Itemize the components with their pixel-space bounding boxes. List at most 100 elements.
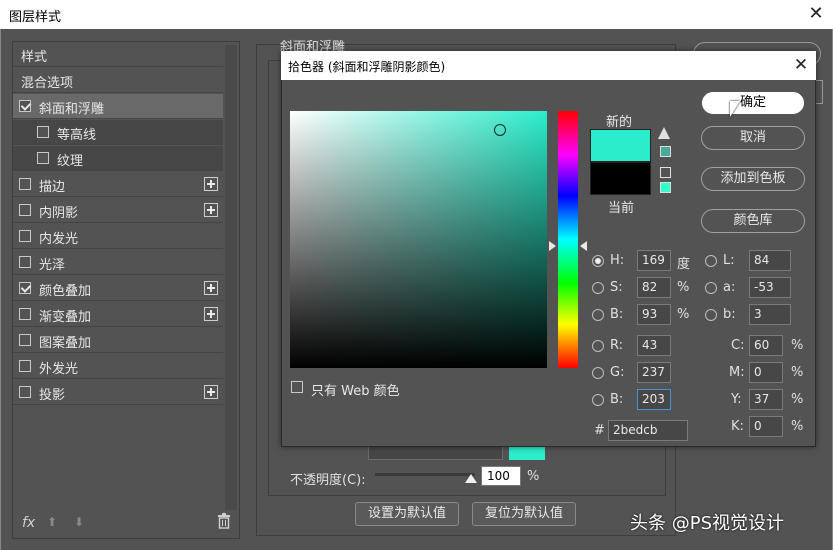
radio-brightness[interactable] [592, 309, 604, 321]
style-item-12[interactable]: 外发光 [13, 354, 223, 379]
cyan-input[interactable]: 60 [749, 335, 783, 356]
brightness-unit: % [677, 307, 690, 322]
color-libraries-button[interactable]: 颜色库 [701, 209, 805, 233]
gamut-correction-swatch[interactable] [660, 146, 671, 157]
yellow-input[interactable]: 37 [749, 389, 783, 410]
style-item-10[interactable]: 渐变叠加 [13, 302, 223, 327]
color-field[interactable] [290, 111, 547, 368]
add-to-swatches-button[interactable]: 添加到色板 [701, 167, 805, 191]
ok-button[interactable]: 确定 [701, 91, 805, 115]
style-item-checkbox[interactable] [19, 334, 31, 346]
b-input[interactable]: 3 [749, 304, 791, 325]
style-item-checkbox[interactable] [37, 152, 49, 164]
websafe-cube-icon[interactable] [660, 167, 671, 178]
green-input[interactable]: 237 [637, 362, 671, 383]
style-item-1[interactable]: 混合选项 [13, 68, 223, 93]
add-effect-icon[interactable] [204, 177, 218, 191]
style-item-6[interactable]: 内阴影 [13, 198, 223, 223]
cyan-label: C: [731, 338, 745, 353]
hex-input[interactable]: 2bedcb [608, 420, 688, 441]
style-item-label: 内阴影 [39, 206, 79, 221]
radio-saturation[interactable] [592, 282, 604, 294]
cancel-button[interactable]: 取消 [701, 126, 805, 150]
radio-blue[interactable] [592, 394, 604, 406]
style-item-label: 渐变叠加 [39, 310, 92, 325]
style-item-checkbox[interactable] [19, 386, 31, 398]
blue-input[interactable]: 203 [637, 389, 671, 410]
opacity-label: 不透明度(C): [290, 473, 366, 488]
a-label: a: [723, 280, 736, 295]
radio-green[interactable] [592, 367, 604, 379]
set-default-button[interactable]: 设置为默认值 [355, 502, 459, 526]
style-item-checkbox[interactable] [19, 282, 31, 294]
hue-slider-left-arrow[interactable] [549, 241, 556, 251]
saturation-input[interactable]: 82 [637, 277, 671, 298]
style-item-2[interactable]: 斜面和浮雕 [13, 94, 223, 119]
style-item-7[interactable]: 内发光 [13, 224, 223, 249]
trash-icon[interactable] [217, 513, 231, 529]
fx-icon[interactable]: fx [22, 515, 35, 531]
add-effect-icon[interactable] [204, 203, 218, 217]
style-item-5[interactable]: 描边 [13, 172, 223, 197]
style-item-label: 斜面和浮雕 [39, 102, 105, 117]
style-item-label: 图案叠加 [39, 336, 92, 351]
move-down-icon[interactable]: ⬇ [74, 515, 84, 529]
opacity-unit: % [527, 469, 540, 484]
a-input[interactable]: -53 [749, 277, 791, 298]
magenta-input[interactable]: 0 [749, 362, 783, 383]
add-effect-icon[interactable] [204, 281, 218, 295]
style-item-13[interactable]: 投影 [13, 380, 223, 405]
move-up-icon[interactable]: ⬆ [47, 515, 57, 529]
style-item-checkbox[interactable] [19, 230, 31, 242]
style-item-checkbox[interactable] [19, 360, 31, 372]
current-color-label: 当前 [608, 201, 635, 216]
style-item-8[interactable]: 光泽 [13, 250, 223, 275]
hue-input[interactable]: 169 [637, 250, 671, 271]
style-item-label: 外发光 [39, 362, 79, 377]
color-picker-close-button[interactable]: ✕ [791, 55, 811, 75]
style-item-label: 内发光 [39, 232, 79, 247]
radio-a[interactable] [705, 282, 717, 294]
style-list-scrollbar[interactable] [225, 45, 237, 510]
radio-b[interactable] [705, 309, 717, 321]
websafe-swatch[interactable] [660, 182, 671, 193]
opacity-slider-track[interactable] [375, 473, 475, 476]
color-field-marker[interactable] [494, 124, 506, 136]
style-item-label: 混合选项 [21, 76, 74, 91]
style-item-checkbox[interactable] [19, 308, 31, 320]
hue-slider-right-arrow[interactable] [580, 241, 587, 251]
style-item-4[interactable]: 纹理 [13, 146, 223, 171]
red-input[interactable]: 43 [637, 335, 671, 356]
hue-label: H: [610, 253, 625, 268]
radio-hue[interactable] [592, 255, 604, 267]
brightness-input[interactable]: 93 [637, 304, 671, 325]
add-effect-icon[interactable] [204, 307, 218, 321]
reset-default-button[interactable]: 复位为默认值 [472, 502, 576, 526]
green-label: G: [610, 365, 625, 380]
style-item-0[interactable]: 样式 [13, 42, 223, 67]
style-item-9[interactable]: 颜色叠加 [13, 276, 223, 301]
style-item-checkbox[interactable] [37, 126, 49, 138]
style-item-label: 颜色叠加 [39, 284, 92, 299]
radio-red[interactable] [592, 340, 604, 352]
style-item-checkbox[interactable] [19, 204, 31, 216]
black-input[interactable]: 0 [749, 416, 783, 437]
opacity-input[interactable]: 100 [481, 466, 521, 486]
gamut-warning-icon[interactable] [658, 127, 670, 139]
hue-slider[interactable] [558, 111, 578, 368]
radio-lightness[interactable] [705, 255, 717, 267]
style-item-checkbox[interactable] [19, 256, 31, 268]
style-item-checkbox[interactable] [19, 100, 31, 112]
style-item-label: 纹理 [57, 154, 84, 169]
style-item-checkbox[interactable] [19, 178, 31, 190]
style-item-label: 样式 [21, 50, 48, 65]
window-close-button[interactable]: ✕ [806, 3, 826, 25]
style-item-3[interactable]: 等高线 [13, 120, 223, 145]
add-effect-icon[interactable] [204, 385, 218, 399]
style-item-11[interactable]: 图案叠加 [13, 328, 223, 353]
current-color-swatch[interactable] [590, 162, 651, 195]
lightness-input[interactable]: 84 [749, 250, 791, 271]
magenta-unit: % [791, 365, 804, 380]
opacity-slider-thumb[interactable] [465, 474, 477, 483]
web-only-checkbox[interactable] [291, 381, 303, 393]
